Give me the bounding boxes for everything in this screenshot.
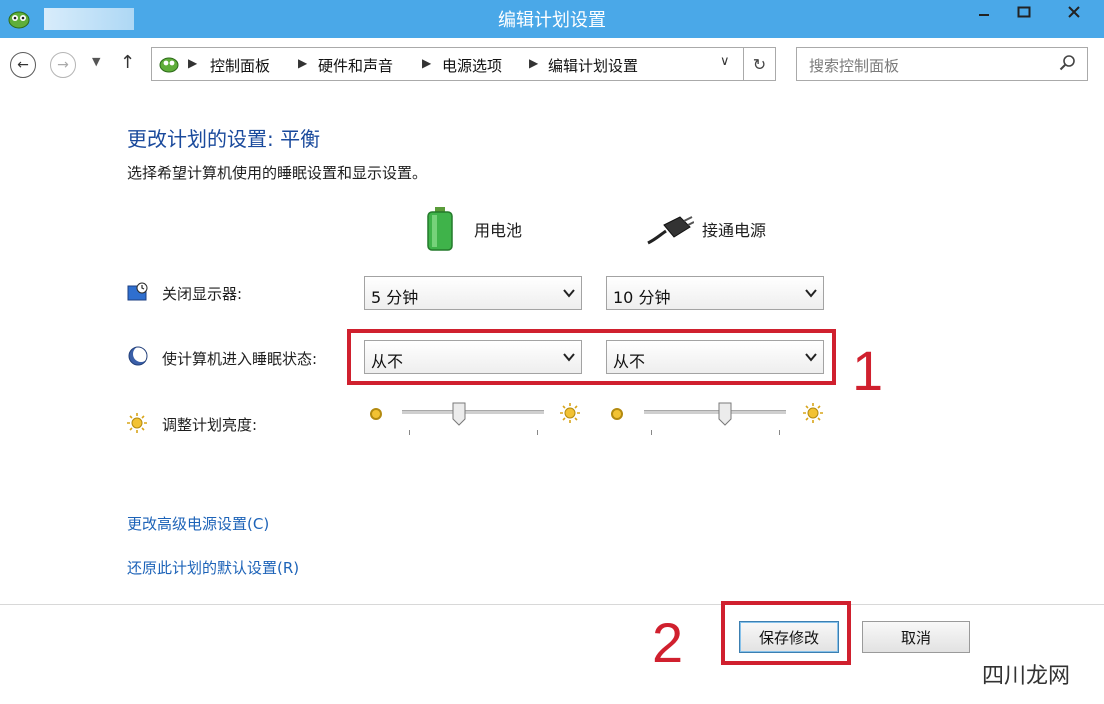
display-battery-select[interactable]: 5 分钟 — [364, 276, 582, 310]
title-bar: 编辑计划设置 — [0, 0, 1104, 38]
close-icon — [1068, 6, 1080, 18]
slider-tick — [651, 430, 652, 435]
back-button[interactable]: ← — [10, 52, 36, 78]
dim-brightness-icon — [370, 408, 382, 420]
breadcrumb-edit-plan[interactable]: 编辑计划设置 — [548, 55, 638, 76]
brightness-icon — [127, 413, 147, 433]
address-bar[interactable]: ▶ 控制面板 ▶ 硬件和声音 ▶ 电源选项 ▶ 编辑计划设置 ∨ — [151, 47, 744, 81]
forward-arrow-icon: → — [57, 57, 69, 73]
annotation-number-1: 1 — [852, 339, 884, 402]
refresh-icon: ↻ — [752, 54, 767, 74]
annotation-highlight-sleep — [347, 329, 836, 385]
chevron-down-icon — [563, 289, 575, 298]
breadcrumb-hardware-sound[interactable]: 硬件和声音 — [318, 55, 393, 76]
display-off-label: 关闭显示器: — [162, 285, 243, 303]
breadcrumb-power-options[interactable]: 电源选项 — [442, 55, 502, 76]
chevron-down-icon — [805, 289, 817, 298]
minimize-icon — [979, 14, 989, 16]
display-plugged-value: 10 分钟 — [613, 288, 671, 307]
breadcrumb-control-panel[interactable]: 控制面板 — [210, 55, 270, 76]
back-arrow-icon: ← — [17, 57, 29, 73]
refresh-button[interactable]: ↻ — [744, 47, 776, 81]
slider-tick — [779, 430, 780, 435]
column-header-battery: 用电池 — [474, 221, 523, 240]
control-panel-icon — [159, 57, 179, 73]
monitor-icon — [127, 282, 148, 301]
brightness-label: 调整计划亮度: — [162, 416, 258, 434]
brightness-battery-slider-thumb[interactable] — [452, 402, 466, 426]
brightness-plugged-slider-thumb[interactable] — [718, 402, 732, 426]
column-header-plugged-in: 接通电源 — [702, 221, 767, 240]
search-icon — [1059, 55, 1075, 71]
moon-sleep-icon — [128, 346, 148, 366]
forward-button[interactable]: → — [50, 52, 76, 78]
maximize-button[interactable] — [1004, 0, 1044, 24]
minimize-button[interactable] — [964, 0, 1004, 24]
address-dropdown-icon[interactable]: ∨ — [720, 54, 730, 69]
breadcrumb-separator-icon: ▶ — [188, 56, 198, 70]
maximize-icon — [1017, 6, 1031, 18]
brightness-plugged-track[interactable] — [644, 410, 786, 414]
breadcrumb-separator-icon: ▶ — [422, 56, 432, 70]
display-battery-value: 5 分钟 — [371, 288, 419, 307]
up-button[interactable]: ↑ — [120, 52, 135, 73]
bright-brightness-icon — [560, 403, 580, 423]
search-box[interactable]: 搜索控制面板 — [796, 47, 1088, 81]
save-changes-button[interactable]: 保存修改 — [739, 621, 839, 653]
chevron-down-icon: ▼ — [92, 55, 101, 68]
breadcrumb-separator-icon: ▶ — [529, 56, 539, 70]
recent-locations-dropdown[interactable]: ▼ — [92, 55, 100, 68]
search-placeholder: 搜索控制面板 — [809, 57, 900, 75]
restore-defaults-link[interactable]: 还原此计划的默认设置(R) — [127, 557, 299, 578]
window-title: 编辑计划设置 — [498, 10, 606, 31]
cancel-button[interactable]: 取消 — [862, 621, 970, 653]
bright-brightness-icon — [803, 403, 823, 423]
annotation-number-2: 2 — [652, 611, 684, 674]
page-description: 选择希望计算机使用的睡眠设置和显示设置。 — [127, 164, 428, 182]
dim-brightness-icon — [611, 408, 623, 420]
display-plugged-select[interactable]: 10 分钟 — [606, 276, 824, 310]
watermark: 四川龙网 — [976, 658, 1077, 690]
slider-tick — [409, 430, 410, 435]
slider-tick — [537, 430, 538, 435]
power-plug-icon — [647, 216, 694, 245]
brightness-battery-track[interactable] — [402, 410, 544, 414]
sleep-label: 使计算机进入睡眠状态: — [162, 350, 318, 368]
page-heading: 更改计划的设置: 平衡 — [127, 127, 321, 151]
close-button[interactable] — [1044, 0, 1104, 24]
battery-icon — [427, 207, 453, 251]
footer-divider — [0, 604, 1104, 605]
breadcrumb-separator-icon: ▶ — [298, 56, 308, 70]
advanced-power-settings-link[interactable]: 更改高级电源设置(C) — [127, 513, 269, 534]
